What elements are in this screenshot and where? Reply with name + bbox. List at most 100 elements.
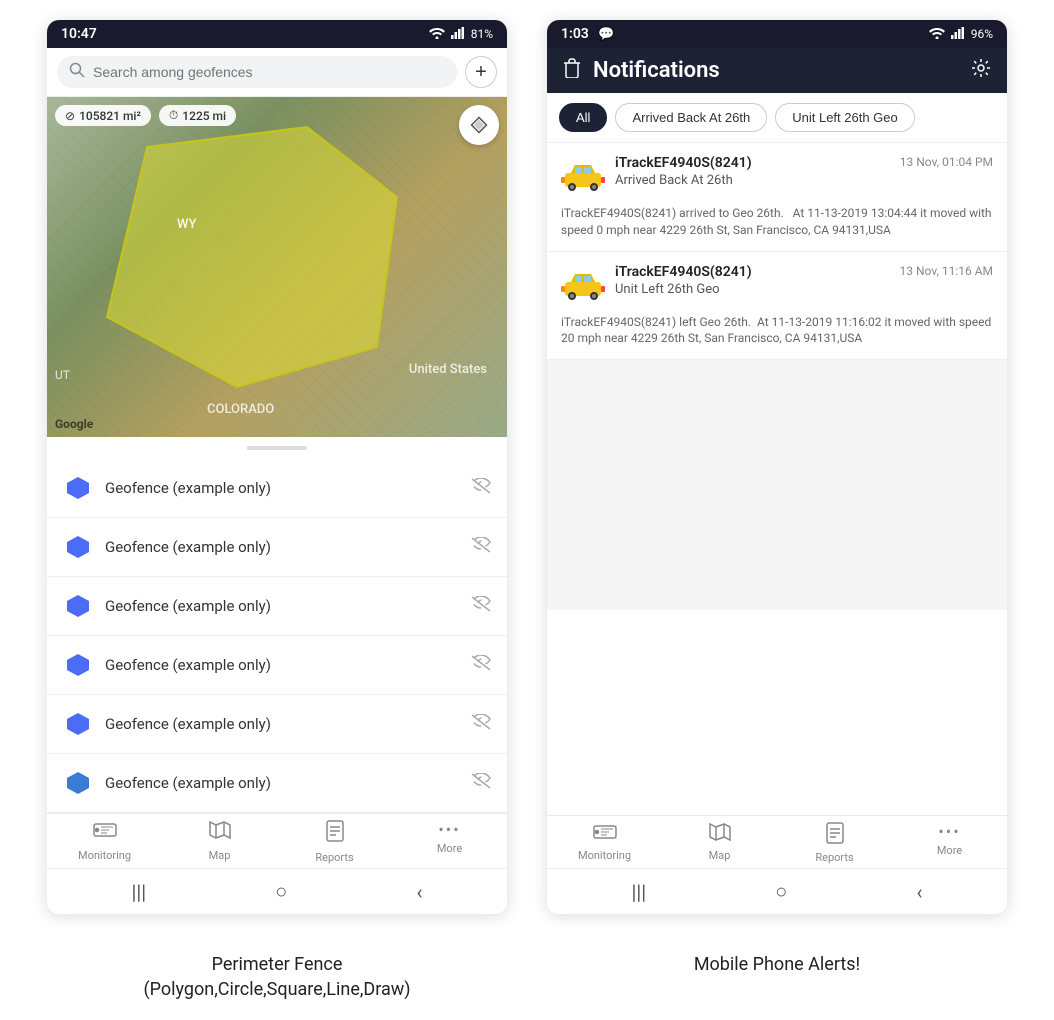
left-phone: 10:47 81% — [47, 20, 507, 914]
right-nav-monitoring[interactable]: Monitoring — [547, 822, 662, 864]
nav-reports[interactable]: Reports — [277, 820, 392, 864]
android-nav-left: ||| ○ ‹ — [47, 868, 507, 914]
hide-icon[interactable] — [471, 596, 491, 617]
left-battery: 81% — [471, 27, 493, 41]
map-label-co: COLORADO — [207, 402, 274, 417]
right-monitoring-icon — [593, 822, 617, 846]
map-label-us: United States — [409, 362, 487, 377]
list-item[interactable]: Geofence (example only) — [47, 459, 507, 518]
geofence-icon — [63, 591, 93, 621]
scroll-indicator — [247, 446, 307, 450]
empty-area — [547, 360, 1007, 610]
distance-icon: ⏱ — [169, 108, 178, 123]
filter-left[interactable]: Unit Left 26th Geo — [775, 103, 915, 132]
notifications-header: Notifications — [547, 48, 1007, 93]
hide-icon[interactable] — [471, 773, 491, 794]
android-recent-button-right[interactable]: ||| — [632, 880, 647, 904]
reports-label: Reports — [315, 851, 353, 864]
geofence-polygon-svg — [87, 117, 427, 407]
notif-info-2: iTrackEF4940S(8241) 13 Nov, 11:16 AM Uni… — [615, 264, 993, 297]
notif-description-2: iTrackEF4940S(8241) left Geo 26th. At 11… — [561, 314, 993, 348]
right-time: 1:03 💬 — [561, 26, 614, 42]
left-wifi-icon — [429, 27, 445, 42]
nav-map[interactable]: Map — [162, 820, 277, 864]
filter-tabs: All Arrived Back At 26th Unit Left 26th … — [547, 93, 1007, 143]
more-label: More — [437, 842, 462, 855]
right-caption: Mobile Phone Alerts! — [547, 944, 1007, 1010]
right-more-label: More — [937, 844, 962, 857]
search-input[interactable] — [93, 64, 445, 80]
list-item[interactable]: Geofence (example only) — [47, 518, 507, 577]
search-icon — [69, 62, 85, 82]
left-caption: Perimeter Fence(Polygon,Circle,Square,Li… — [47, 944, 507, 1010]
search-input-wrap[interactable] — [57, 56, 457, 88]
location-button[interactable] — [459, 105, 499, 145]
android-nav-right: ||| ○ ‹ — [547, 868, 1007, 914]
android-back-button[interactable]: ‹ — [416, 880, 422, 904]
geofence-icon — [63, 473, 93, 503]
bottom-nav-right: Monitoring Map — [547, 815, 1007, 868]
car-icon-1 — [561, 155, 605, 199]
notifications-title: Notifications — [593, 58, 959, 83]
geofence-label: Geofence (example only) — [105, 774, 459, 792]
android-home-button[interactable]: ○ — [275, 879, 287, 904]
geofence-label: Geofence (example only) — [105, 479, 459, 497]
nav-monitoring[interactable]: Monitoring — [47, 820, 162, 864]
android-back-button-right[interactable]: ‹ — [916, 880, 922, 904]
geofence-label: Geofence (example only) — [105, 597, 459, 615]
list-item[interactable]: Geofence (example only) — [47, 577, 507, 636]
right-phone: 1:03 💬 — [547, 20, 1007, 914]
right-map-label: Map — [709, 849, 731, 862]
map-label-wy: WY — [177, 217, 196, 232]
geofence-label: Geofence (example only) — [105, 538, 459, 556]
geofence-icon — [63, 709, 93, 739]
geofence-icon — [63, 532, 93, 562]
notif-description-1: iTrackEF4940S(8241) arrived to Geo 26th.… — [561, 205, 993, 239]
right-reports-icon — [825, 822, 845, 848]
right-nav-reports[interactable]: Reports — [777, 822, 892, 864]
reports-icon — [325, 820, 345, 848]
geofence-label: Geofence (example only) — [105, 715, 459, 733]
notification-item[interactable]: iTrackEF4940S(8241) 13 Nov, 11:16 AM Uni… — [547, 252, 1007, 361]
right-nav-more[interactable]: ••• More — [892, 822, 1007, 864]
notification-list: iTrackEF4940S(8241) 13 Nov, 01:04 PM Arr… — [547, 143, 1007, 815]
add-geofence-button[interactable]: + — [465, 56, 497, 88]
area-icon: ⊘ — [65, 109, 75, 123]
hide-icon[interactable] — [471, 478, 491, 499]
hide-icon[interactable] — [471, 655, 491, 676]
google-label: Google — [55, 417, 93, 431]
hide-icon[interactable] — [471, 714, 491, 735]
right-reports-label: Reports — [815, 851, 853, 864]
filter-all[interactable]: All — [559, 103, 607, 132]
android-recent-button[interactable]: ||| — [132, 880, 147, 904]
geofence-icon — [63, 768, 93, 798]
geofence-list: Geofence (example only) Geofence (exampl… — [47, 459, 507, 813]
nav-more[interactable]: ••• More — [392, 820, 507, 864]
delete-icon[interactable] — [563, 58, 581, 83]
geofence-label: Geofence (example only) — [105, 656, 459, 674]
car-icon-2 — [561, 264, 605, 308]
list-item[interactable]: Geofence (example only) — [47, 754, 507, 813]
map-icon — [209, 820, 231, 846]
chat-icon: 💬 — [598, 27, 614, 42]
map-label-ut: UT — [55, 368, 70, 382]
right-nav-map[interactable]: Map — [662, 822, 777, 864]
list-item[interactable]: Geofence (example only) — [47, 695, 507, 754]
map-area: ⊘ 105821 mi² ⏱ 1225 mi WY United States … — [47, 97, 507, 437]
notification-item[interactable]: iTrackEF4940S(8241) 13 Nov, 01:04 PM Arr… — [547, 143, 1007, 252]
left-time: 10:47 — [61, 26, 97, 42]
settings-icon[interactable] — [971, 58, 991, 83]
right-map-icon — [709, 822, 731, 846]
android-home-button-right[interactable]: ○ — [775, 879, 787, 904]
distance-value: 1225 mi — [182, 109, 226, 123]
hide-icon[interactable] — [471, 537, 491, 558]
map-stats: ⊘ 105821 mi² ⏱ 1225 mi — [55, 105, 236, 126]
area-value: 105821 mi² — [79, 109, 141, 123]
filter-arrived[interactable]: Arrived Back At 26th — [615, 103, 767, 132]
right-signal — [951, 27, 965, 42]
device-name-2: iTrackEF4940S(8241) — [615, 264, 752, 280]
captions: Perimeter Fence(Polygon,Circle,Square,Li… — [0, 934, 1054, 1020]
list-item[interactable]: Geofence (example only) — [47, 636, 507, 695]
right-wifi-icon — [929, 27, 945, 42]
monitoring-icon — [93, 820, 117, 846]
